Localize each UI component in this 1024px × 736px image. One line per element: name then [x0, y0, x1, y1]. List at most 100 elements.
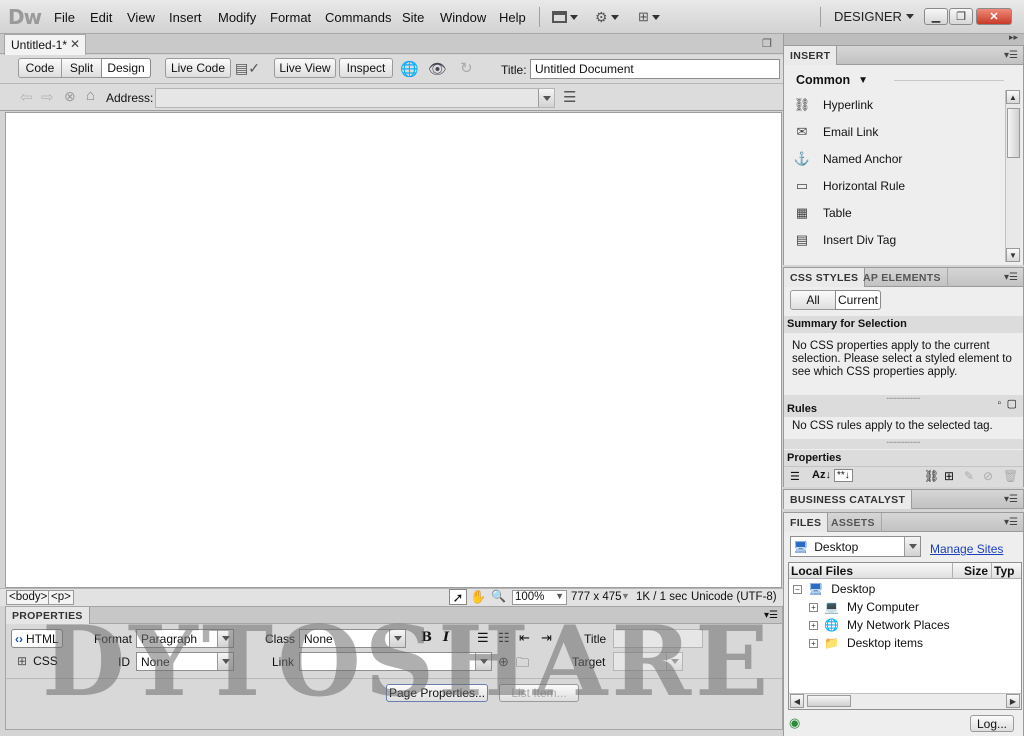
menu-window[interactable]: Window — [440, 10, 486, 25]
menu-edit[interactable]: Edit — [90, 10, 112, 25]
inspect-button[interactable]: Inspect — [339, 58, 393, 78]
insert-tab[interactable]: INSERT — [784, 46, 838, 65]
scroll-right-icon[interactable]: ▶ — [1006, 694, 1020, 708]
tag-selector-p[interactable]: <p> — [48, 590, 74, 605]
size-column[interactable]: Size — [964, 564, 988, 578]
expand-icon[interactable]: + — [809, 620, 818, 630]
collapse-icon[interactable]: − — [793, 584, 802, 594]
panel-menu-icon[interactable]: ▾☰ — [1004, 517, 1018, 528]
menu-insert[interactable]: Insert — [169, 10, 202, 25]
menu-site[interactable]: Site — [402, 10, 424, 25]
insert-category-select[interactable]: Common ▼ — [796, 73, 868, 87]
disable-icon[interactable]: ⊘ — [983, 469, 993, 483]
visual-aids-icon[interactable]: 👁 — [428, 60, 447, 78]
edit-rule-icon[interactable]: ✎ — [964, 469, 974, 483]
refresh-icon[interactable]: ↻ — [460, 59, 473, 77]
unordered-list-icon[interactable]: ☰ — [477, 630, 489, 646]
indent-icon[interactable]: ⇥ — [541, 630, 552, 646]
hand-tool-icon[interactable]: ✋ — [470, 589, 486, 605]
files-hscrollbar[interactable]: ◀ ▶ — [789, 693, 1021, 709]
tag-selector-body[interactable]: <body> — [6, 590, 51, 605]
ordered-list-icon[interactable]: ☷ — [498, 630, 510, 646]
log-button[interactable]: Log... — [970, 715, 1014, 732]
menu-modify[interactable]: Modify — [218, 10, 256, 25]
insert-div-tag[interactable]: ▤ Insert Div Tag — [793, 228, 896, 252]
alpha-view-icon[interactable]: Az↓ — [812, 469, 831, 481]
css-all-button[interactable]: All — [790, 290, 836, 310]
site-select[interactable]: 🖥 Desktop — [790, 536, 921, 557]
class-select[interactable]: None — [299, 629, 406, 648]
attach-stylesheet-icon[interactable]: ⛓ — [924, 469, 939, 483]
new-rule-icon[interactable]: ⊞ — [944, 469, 954, 483]
point-to-file-icon[interactable]: ⊕ — [498, 654, 509, 670]
home-icon[interactable]: ⌂ — [86, 87, 95, 104]
type-column[interactable]: Typ — [994, 564, 1014, 578]
ap-elements-tab[interactable]: AP ELEMENTS — [857, 268, 948, 287]
close-window-button[interactable]: ✕ — [976, 8, 1012, 25]
format-select[interactable]: Paragraph — [136, 629, 234, 648]
scroll-thumb[interactable] — [807, 695, 851, 707]
scroll-thumb[interactable] — [1007, 108, 1020, 158]
bold-button[interactable]: B — [421, 630, 432, 645]
live-code-button[interactable]: Live Code — [165, 58, 231, 78]
expand-icon[interactable]: + — [809, 638, 818, 648]
outdent-icon[interactable]: ⇤ — [519, 630, 530, 646]
panel-menu-icon[interactable]: ▾☰ — [1004, 494, 1018, 505]
italic-button[interactable]: I — [443, 630, 449, 645]
local-files-column[interactable]: Local Files — [791, 564, 853, 578]
assets-tab[interactable]: ASSETS — [825, 513, 882, 532]
address-input[interactable] — [155, 88, 555, 108]
trash-icon[interactable]: 🗑 — [1003, 469, 1018, 483]
panel-menu-icon[interactable]: ▾☰ — [764, 610, 778, 621]
css-mode-button[interactable]: ⊞ CSS — [17, 654, 58, 668]
tree-item-desktop[interactable]: − 🖥 Desktop — [793, 580, 875, 598]
back-icon[interactable]: ⇦ — [20, 88, 33, 106]
cascade-icon[interactable]: ▫ — [997, 398, 1001, 409]
design-canvas[interactable] — [5, 112, 782, 588]
title-attr-input[interactable] — [613, 629, 703, 648]
insert-hyperlink[interactable]: ⛓ Hyperlink — [793, 93, 873, 117]
browse-folder-icon[interactable]: 🗀 — [516, 654, 529, 676]
chevron-down-icon[interactable] — [538, 89, 554, 107]
browser-options-icon[interactable]: ☰ — [563, 88, 576, 106]
code-view-button[interactable]: Code — [18, 58, 62, 78]
menu-help[interactable]: Help — [499, 10, 526, 25]
panel-menu-icon[interactable]: ▾☰ — [1004, 272, 1018, 283]
id-select[interactable]: None — [136, 652, 234, 671]
zoom-select[interactable]: 100% ▼ — [512, 590, 567, 605]
scroll-left-icon[interactable]: ◀ — [790, 694, 804, 708]
check-browser-icon[interactable]: ▤✓ — [235, 60, 260, 78]
files-tab[interactable]: FILES — [784, 513, 829, 532]
insert-scrollbar[interactable]: ▲ ▼ — [1005, 90, 1021, 262]
layout-menu-button[interactable] — [552, 8, 578, 26]
document-title-input[interactable] — [530, 59, 780, 79]
restore-doc-icon[interactable]: ❐ — [762, 37, 772, 50]
insert-email-link[interactable]: ✉ Email Link — [793, 120, 879, 144]
expand-icon[interactable]: + — [809, 602, 818, 612]
manage-sites-link[interactable]: Manage Sites — [930, 542, 1003, 556]
tree-item-network-places[interactable]: + 🌐 My Network Places — [809, 616, 950, 634]
insert-table[interactable]: ▦ Table — [793, 201, 852, 225]
list-item-button[interactable]: List Item... — [499, 684, 579, 702]
business-catalyst-tab[interactable]: BUSINESS CATALYST — [784, 490, 913, 509]
insert-named-anchor[interactable]: ⚓ Named Anchor — [793, 147, 902, 171]
link-input[interactable] — [299, 652, 492, 671]
stop-icon[interactable]: ⊗ — [64, 88, 76, 105]
scroll-down-icon[interactable]: ▼ — [1006, 248, 1020, 262]
css-styles-tab[interactable]: CSS STYLES — [784, 268, 866, 287]
properties-tab[interactable]: PROPERTIES — [6, 607, 90, 624]
menu-view[interactable]: View — [127, 10, 155, 25]
minimize-button[interactable]: ▁ — [924, 8, 948, 25]
insert-horizontal-rule[interactable]: ▭ Horizontal Rule — [793, 174, 905, 198]
preview-browser-icon[interactable]: 🌐 — [400, 60, 419, 78]
select-tool-icon[interactable]: ➚ — [449, 589, 467, 605]
split-view-button[interactable]: Split — [61, 58, 102, 78]
zoom-tool-icon[interactable]: 🔍 — [491, 589, 506, 603]
panel-menu-icon[interactable]: ▾☰ — [1004, 50, 1018, 61]
menu-commands[interactable]: Commands — [325, 10, 391, 25]
site-menu-button[interactable]: ⊞ — [638, 8, 660, 26]
extend-menu-button[interactable]: ⚙ — [595, 8, 619, 26]
close-tab-icon[interactable]: ✕ — [70, 37, 80, 51]
page-properties-button[interactable]: Page Properties... — [386, 684, 488, 702]
chevron-down-icon[interactable] — [906, 14, 914, 19]
